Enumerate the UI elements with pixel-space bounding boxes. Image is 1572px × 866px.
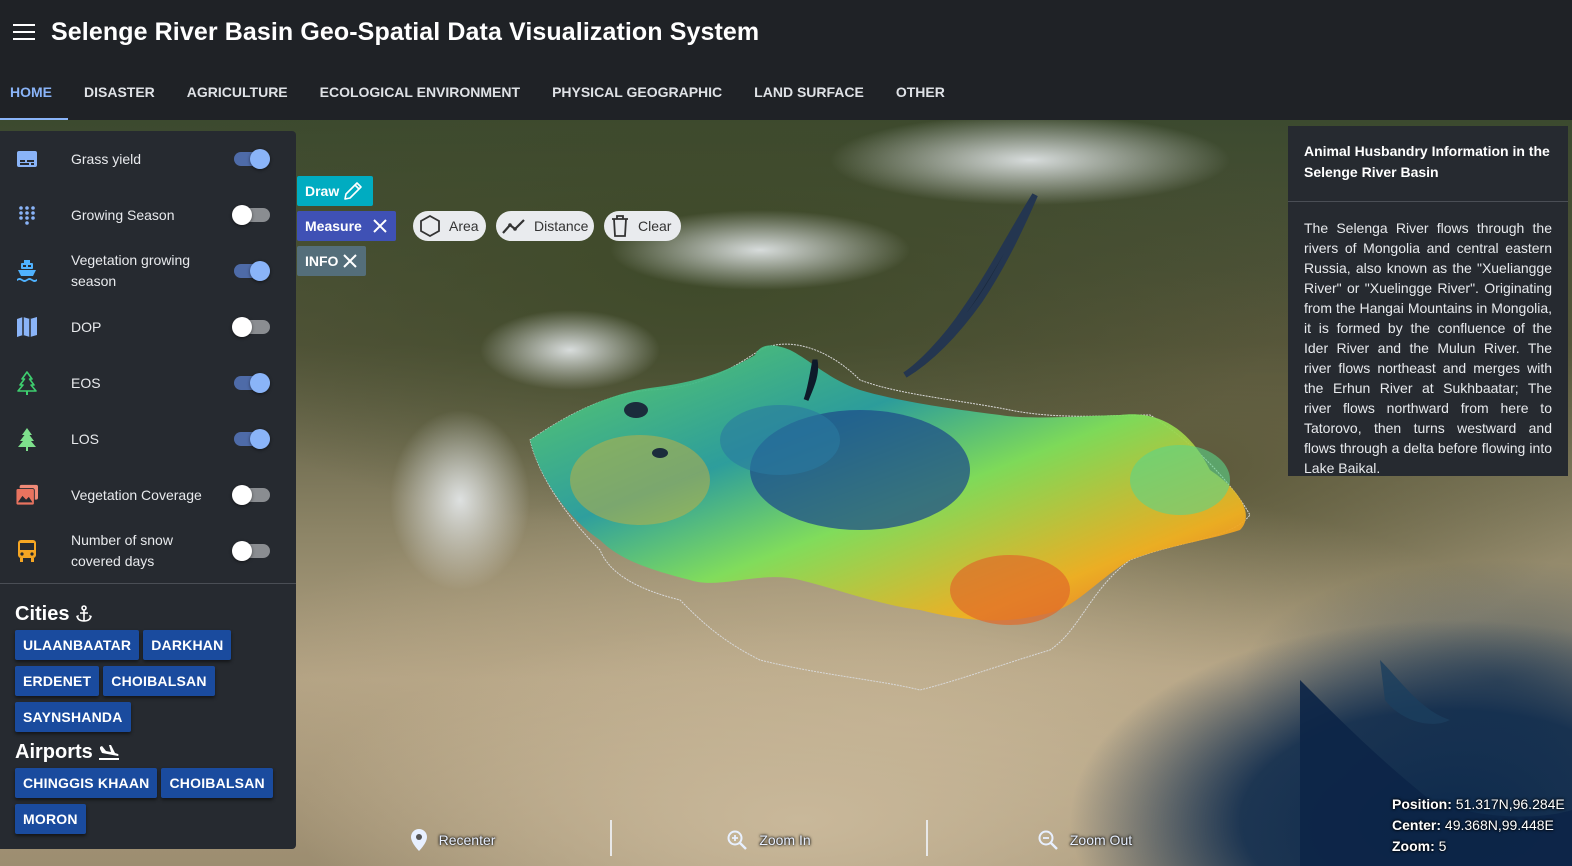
cities-heading: Cities xyxy=(0,600,296,628)
city-chip-erdenet[interactable]: ERDENET xyxy=(15,666,100,696)
measure-button[interactable]: Measure xyxy=(297,211,396,241)
trash-can-outline-icon xyxy=(610,215,630,237)
city-chip-choibalsan[interactable]: CHOIBALSAN xyxy=(103,666,215,696)
zoom-in-button[interactable]: Zoom In xyxy=(612,820,926,860)
airports-list: CHINGGIS KHAAN CHOIBALSAN MORON xyxy=(0,768,280,840)
recenter-button[interactable]: Recenter xyxy=(296,820,610,860)
layer-toggle-los[interactable] xyxy=(234,429,270,449)
tab-home[interactable]: HOME xyxy=(0,64,68,120)
layer-toggle-growing-season[interactable] xyxy=(232,205,270,225)
layer-label: Vegetation growing season xyxy=(71,252,191,289)
app-bar: Selenge River Basin Geo-Spatial Data Vis… xyxy=(0,0,1572,64)
airplane-landing-icon xyxy=(98,744,119,760)
city-chip-ulaanbaatar[interactable]: ULAANBAATAR xyxy=(15,630,140,660)
clear-button[interactable]: Clear xyxy=(604,211,681,241)
zoom-in-label: Zoom In xyxy=(759,832,811,848)
layer-toggle-dop[interactable] xyxy=(232,317,270,337)
layer-toggle-vegetation-coverage[interactable] xyxy=(232,485,270,505)
zoom-out-label: Zoom Out xyxy=(1069,832,1133,848)
draw-label: Draw xyxy=(305,183,340,199)
distance-label: Distance xyxy=(534,218,589,234)
pine-tree-icon xyxy=(16,428,38,451)
layer-row-vegetation-growing-season: Vegetation growing season xyxy=(0,243,296,299)
tab-disaster[interactable]: DISASTER xyxy=(68,64,171,120)
tab-land-surface[interactable]: LAND SURFACE xyxy=(738,64,880,120)
map-marker-icon xyxy=(410,829,427,851)
airports-heading: Airports xyxy=(0,738,296,766)
hexagon-outline-icon xyxy=(419,215,441,237)
cities-title: Cities xyxy=(15,602,70,625)
tab-ecological-environment[interactable]: ECOLOGICAL ENVIRONMENT xyxy=(304,64,536,120)
tab-physical-geographic[interactable]: PHYSICAL GEOGRAPHIC xyxy=(536,64,738,120)
bus-icon xyxy=(16,540,38,562)
chart-line-icon xyxy=(502,217,526,235)
layer-row-eos: EOS xyxy=(0,355,296,411)
info-label: INFO xyxy=(305,253,339,269)
distance-button[interactable]: Distance xyxy=(496,211,594,241)
info-button[interactable]: INFO xyxy=(297,246,366,276)
clear-label: Clear xyxy=(638,218,672,234)
layer-row-dop: DOP xyxy=(0,299,296,355)
map-controls-bar: Recenter Zoom In Zoom Out xyxy=(296,820,1242,860)
info-panel-body: The Selenga River flows through the rive… xyxy=(1304,220,1552,476)
center-readout: Center: 49.368N,99.448E xyxy=(1392,817,1554,833)
measure-label: Measure xyxy=(305,218,362,234)
info-panel: Animal Husbandry Information in the Sele… xyxy=(1288,126,1568,476)
tab-other[interactable]: OTHER xyxy=(880,64,961,120)
airports-title: Airports xyxy=(15,740,93,763)
subtitles-icon xyxy=(16,148,38,170)
layer-label: Growing Season xyxy=(71,206,175,223)
app-title: Selenge River Basin Geo-Spatial Data Vis… xyxy=(51,17,760,46)
magnify-plus-icon xyxy=(727,830,748,850)
layer-label: EOS xyxy=(71,374,101,391)
city-chip-saynshanda[interactable]: SAYNSHANDA xyxy=(15,702,131,732)
layer-label: Vegetation Coverage xyxy=(71,486,202,503)
draw-button[interactable]: Draw xyxy=(297,176,373,206)
close-icon xyxy=(342,253,358,269)
coordinates-readout: Position: 51.317N,96.284E Center: 49.368… xyxy=(1392,794,1565,857)
divider xyxy=(0,583,296,584)
airport-chip-choibalsan[interactable]: CHOIBALSAN xyxy=(161,768,273,798)
layer-label: LOS xyxy=(71,430,100,447)
area-button[interactable]: Area xyxy=(413,211,486,241)
layer-toggle-vegetation-growing-season[interactable] xyxy=(234,261,270,281)
cities-list: ULAANBAATAR DARKHAN ERDENET CHOIBALSAN S… xyxy=(0,630,280,738)
layer-panel: Grass yield Growing Season Vegetation gr… xyxy=(0,131,296,849)
ferry-icon xyxy=(16,260,38,282)
layer-toggle-eos[interactable] xyxy=(234,373,270,393)
layer-label: DOP xyxy=(71,318,102,335)
anchor-icon xyxy=(75,605,93,623)
layer-row-growing-season: Growing Season xyxy=(0,187,296,243)
layer-row-grass-yield: Grass yield xyxy=(0,131,296,187)
layer-row-snow-covered-days: Number of snow covered days xyxy=(0,523,296,579)
image-multiple-icon xyxy=(16,484,38,506)
magnify-minus-icon xyxy=(1038,830,1058,850)
layer-label: Number of snow covered days xyxy=(71,532,173,569)
airport-chip-moron[interactable]: MORON xyxy=(15,804,86,834)
info-panel-title: Animal Husbandry Information in the Sele… xyxy=(1304,143,1550,180)
pine-tree-outline-icon xyxy=(16,371,38,395)
hamburger-menu-icon[interactable] xyxy=(13,24,35,40)
tab-agriculture[interactable]: AGRICULTURE xyxy=(171,64,304,120)
recenter-label: Recenter xyxy=(438,832,496,848)
zoom-out-button[interactable]: Zoom Out xyxy=(928,820,1242,860)
dots-grid-icon xyxy=(16,204,38,226)
pencil-icon xyxy=(341,179,365,203)
layer-toggle-grass-yield[interactable] xyxy=(234,149,270,169)
layer-row-los: LOS xyxy=(0,411,296,467)
position-readout: Position: 51.317N,96.284E xyxy=(1392,796,1565,812)
map-icon xyxy=(16,316,38,338)
layer-row-vegetation-coverage: Vegetation Coverage xyxy=(0,467,296,523)
layer-label: Grass yield xyxy=(71,150,142,167)
tab-bar: HOME DISASTER AGRICULTURE ECOLOGICAL ENV… xyxy=(0,64,1572,120)
city-chip-darkhan[interactable]: DARKHAN xyxy=(143,630,232,660)
airport-chip-chinggis-khaan[interactable]: CHINGGIS KHAAN xyxy=(15,768,158,798)
area-label: Area xyxy=(449,218,479,234)
zoom-readout: Zoom: 5 xyxy=(1392,838,1447,854)
layer-toggle-snow-covered-days[interactable] xyxy=(232,541,270,561)
close-icon xyxy=(372,218,388,234)
